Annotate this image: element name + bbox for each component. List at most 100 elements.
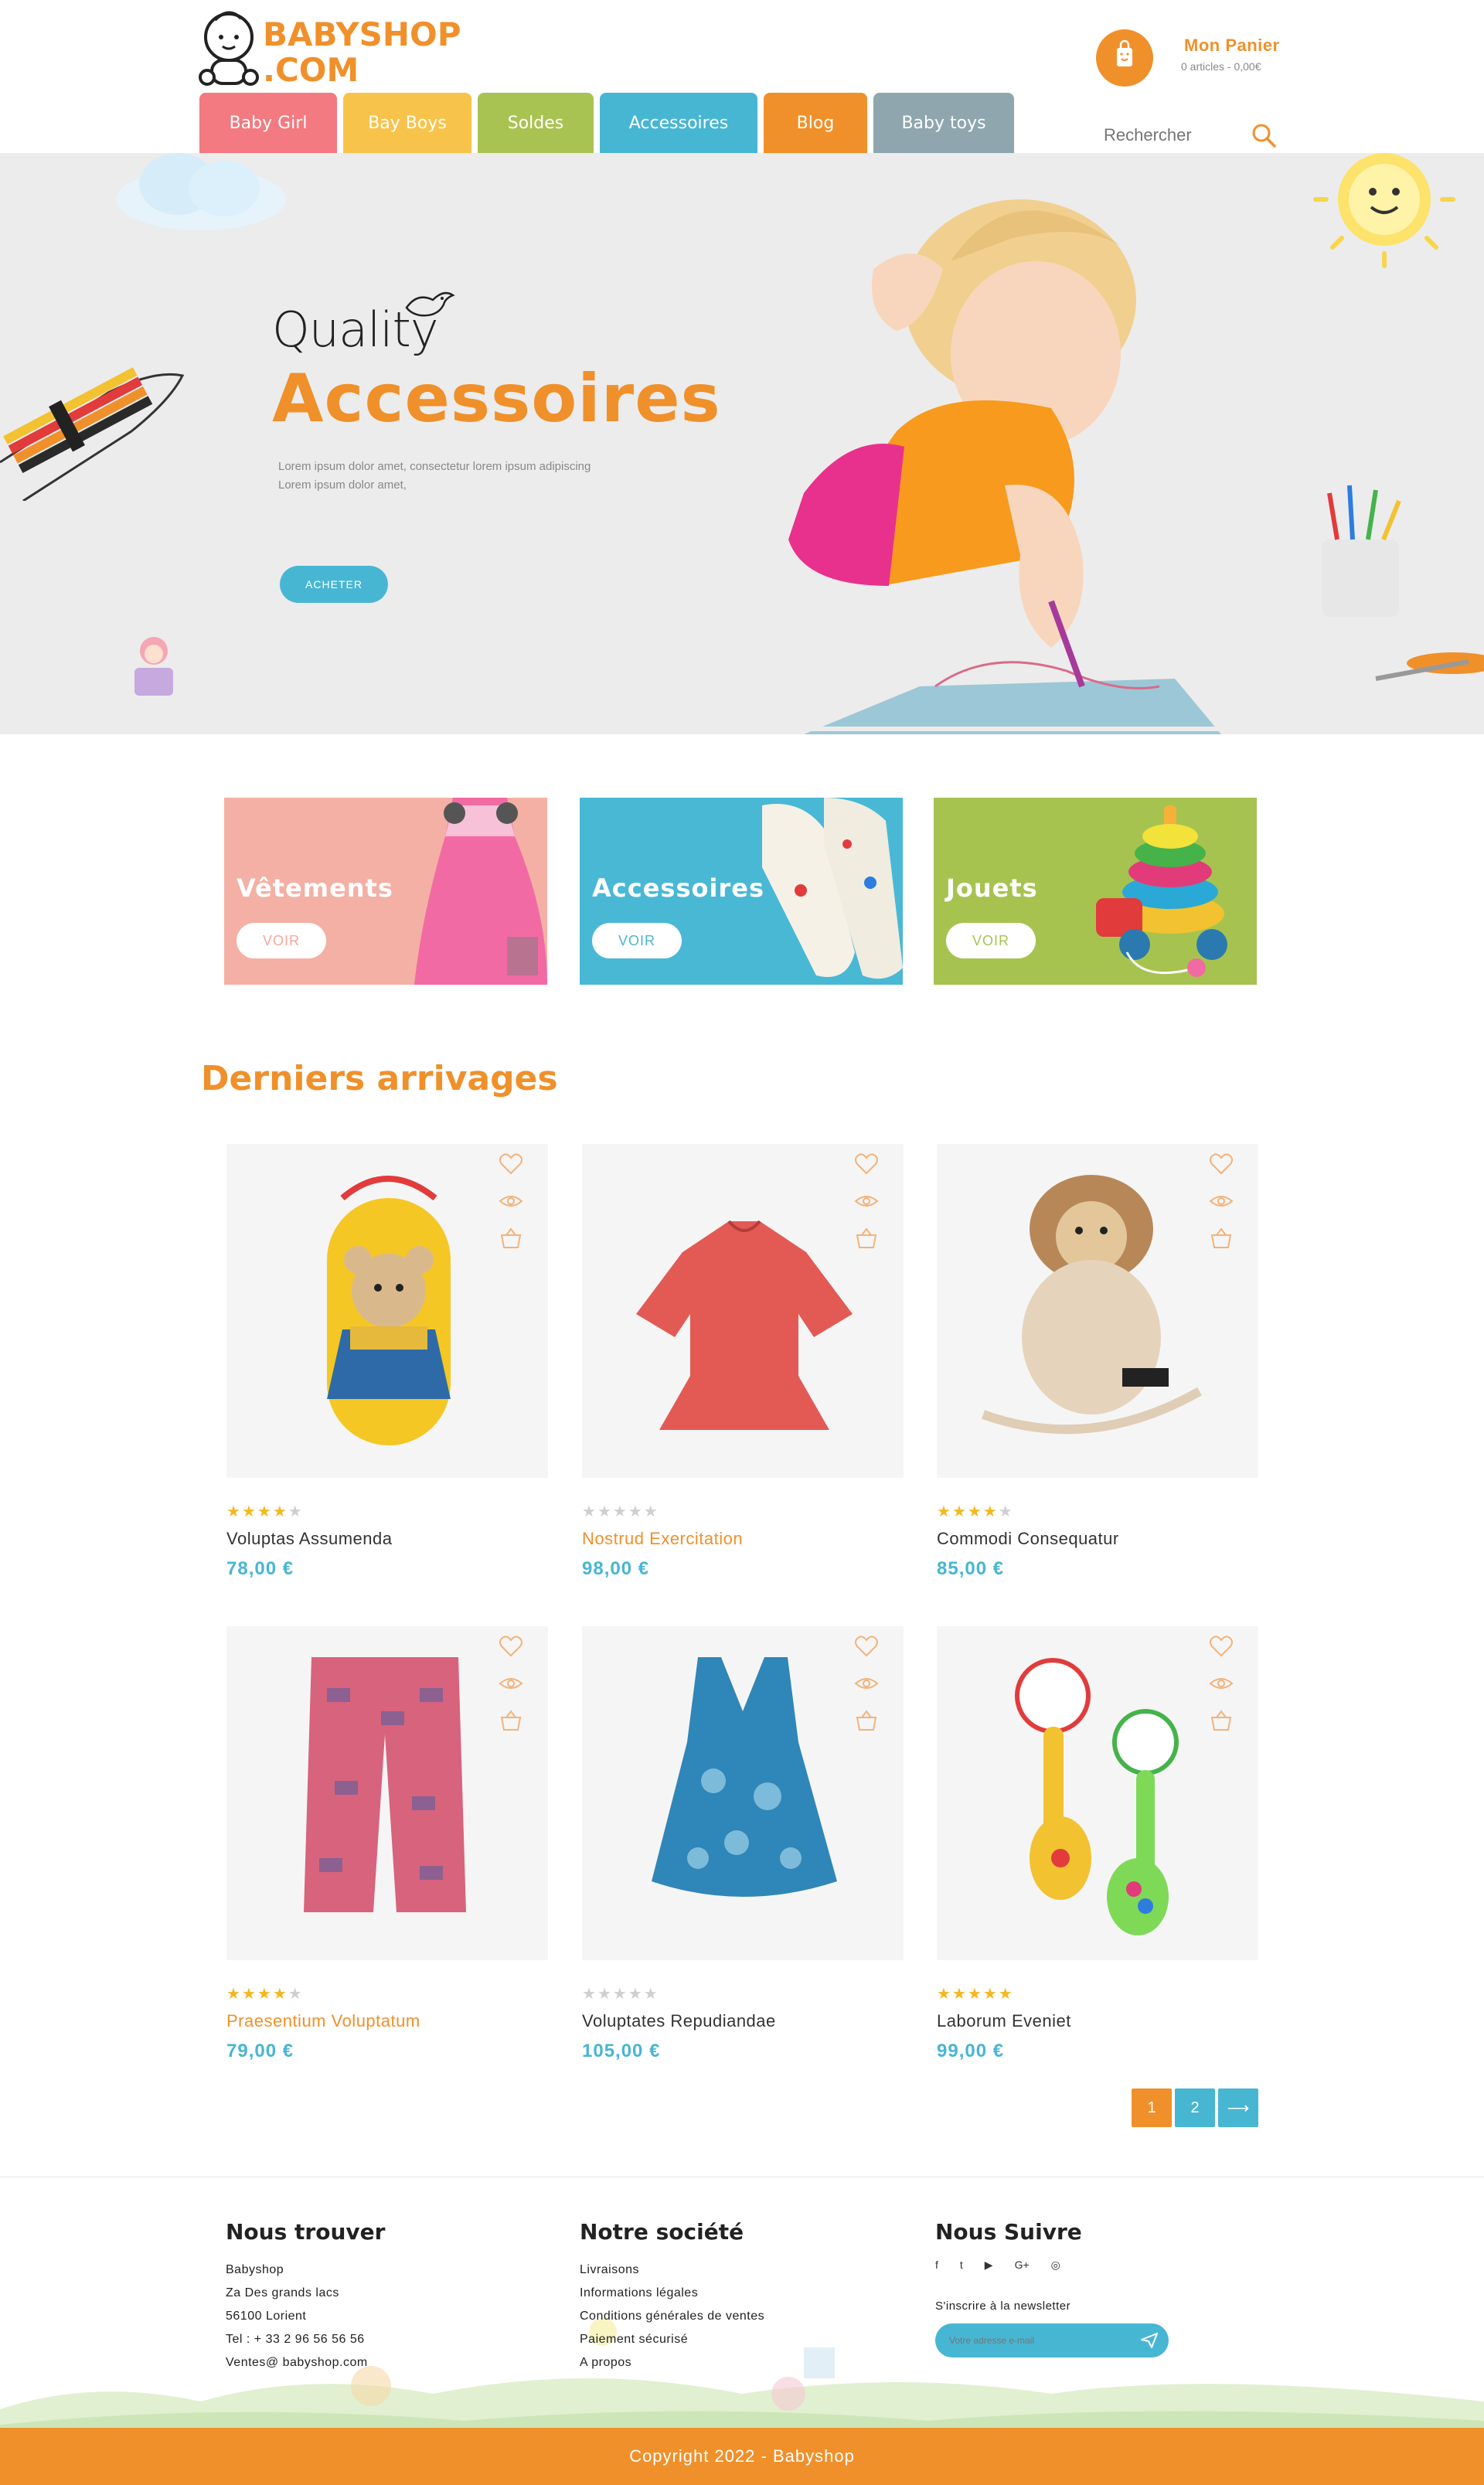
nav-item-bay-boys[interactable]: Bay Boys: [343, 93, 471, 153]
product-name[interactable]: Voluptates Repudiandae: [582, 2011, 776, 2031]
hero-title: Accessoires: [272, 360, 721, 437]
product-image[interactable]: [226, 1626, 548, 1960]
footer-heading: Notre société: [580, 2219, 744, 2245]
product-image[interactable]: [582, 1626, 904, 1960]
star-icon: ★: [241, 1503, 256, 1520]
product-card[interactable]: ★ ★ ★ ★ ★ Laborum Eveniet 99,00 €: [937, 1626, 1258, 2075]
page-1-button[interactable]: 1: [1132, 2088, 1172, 2127]
hero-buy-button[interactable]: ACHETER: [280, 566, 388, 603]
category-voir-button[interactable]: VOIR: [592, 923, 682, 958]
star-icon: ★: [982, 1986, 997, 2003]
product-card[interactable]: ★ ★ ★ ★ ★ Praesentium Voluptatum 79,00 €: [226, 1626, 548, 2075]
next-page-button[interactable]: ⟶: [1218, 2088, 1258, 2127]
product-price: 98,00 €: [582, 1558, 650, 1579]
quick-view-eye-icon[interactable]: [499, 1671, 523, 1696]
send-icon[interactable]: [1141, 2333, 1158, 2348]
category-title: Jouets: [946, 873, 1038, 903]
wishlist-heart-icon[interactable]: [499, 1152, 523, 1176]
star-icon: ★: [628, 1503, 642, 1520]
product-name[interactable]: Voluptas Assumenda: [226, 1529, 392, 1549]
search-icon[interactable]: [1251, 122, 1277, 148]
add-to-cart-basket-icon[interactable]: [1209, 1226, 1234, 1251]
rating-stars: ★ ★ ★ ★ ★: [582, 1504, 658, 1520]
nav-item-baby-toys[interactable]: Baby toys: [873, 93, 1014, 153]
footer-line: 56100 Lorient: [226, 2310, 307, 2323]
add-to-cart-basket-icon[interactable]: [499, 1708, 523, 1733]
category-voir-button[interactable]: VOIR: [237, 923, 326, 958]
google-plus-icon[interactable]: G+: [1015, 2259, 1030, 2272]
category-card-accessoires[interactable]: Accessoires VOIR: [580, 798, 903, 985]
nav-item-baby-girl[interactable]: Baby Girl: [199, 93, 337, 153]
site-logo[interactable]: BABYSHOP .COM: [198, 8, 461, 93]
wishlist-heart-icon[interactable]: [499, 1634, 523, 1659]
facebook-icon[interactable]: f: [935, 2259, 938, 2272]
twitter-icon[interactable]: t: [960, 2259, 963, 2272]
footer-link[interactable]: Livraisons: [580, 2259, 764, 2282]
quick-view-eye-icon[interactable]: [854, 1189, 879, 1214]
cart-title: Mon Panier: [1184, 36, 1280, 55]
newsletter-email-input[interactable]: [949, 2331, 1127, 2350]
cart-widget[interactable]: Mon Panier 0 articles - 0,00€: [1096, 29, 1297, 91]
baby-logo-icon: [199, 11, 259, 86]
youtube-icon[interactable]: ▶: [985, 2259, 993, 2272]
footer-link[interactable]: A propos: [580, 2351, 764, 2374]
product-image[interactable]: [937, 1626, 1258, 1960]
star-icon: ★: [597, 1986, 611, 2003]
quick-view-eye-icon[interactable]: [854, 1671, 879, 1696]
cart-icon[interactable]: [1096, 29, 1153, 87]
product-price: 105,00 €: [582, 2041, 661, 2061]
search-input[interactable]: [1098, 122, 1237, 148]
category-card-jouets[interactable]: Jouets VOIR: [934, 798, 1257, 985]
product-card[interactable]: ★ ★ ★ ★ ★ Nostrud Exercitation 98,00 €: [582, 1144, 904, 1592]
product-name[interactable]: Laborum Eveniet: [937, 2011, 1071, 2031]
product-name[interactable]: Nostrud Exercitation: [582, 1529, 743, 1549]
quick-view-eye-icon[interactable]: [499, 1189, 523, 1214]
wishlist-heart-icon[interactable]: [854, 1634, 879, 1659]
wishlist-heart-icon[interactable]: [1209, 1152, 1234, 1176]
footer-link[interactable]: Paiement sécurisé: [580, 2328, 764, 2351]
star-icon: ★: [226, 1986, 240, 2003]
footer-email-link[interactable]: Ventes@ babyshop.com: [226, 2351, 385, 2374]
wishlist-heart-icon[interactable]: [1209, 1634, 1234, 1659]
product-name[interactable]: Commodi Consequatur: [937, 1529, 1119, 1549]
product-price: 78,00 €: [226, 1558, 294, 1579]
star-icon: ★: [272, 1986, 287, 2003]
nav-item-accessoires[interactable]: Accessoires: [600, 93, 757, 153]
product-actions: [854, 1152, 880, 1251]
star-icon: ★: [241, 1986, 256, 2003]
add-to-cart-basket-icon[interactable]: [499, 1226, 523, 1251]
star-icon: ★: [597, 1503, 611, 1520]
product-image[interactable]: [226, 1144, 548, 1478]
star-icon: ★: [612, 1503, 627, 1520]
footer-heading: Nous Suivre: [935, 2219, 1082, 2245]
product-card[interactable]: ★ ★ ★ ★ ★ Commodi Consequatur 85,00 €: [937, 1144, 1258, 1592]
category-card-vetements[interactable]: Vêtements VOIR: [224, 798, 547, 985]
rocket-pencils-illustration: [0, 367, 185, 501]
product-image[interactable]: [937, 1144, 1258, 1478]
page-2-button[interactable]: 2: [1175, 2088, 1215, 2127]
quick-view-eye-icon[interactable]: [1209, 1671, 1234, 1696]
add-to-cart-basket-icon[interactable]: [1209, 1708, 1234, 1733]
product-image[interactable]: [582, 1144, 904, 1478]
footer-col-contact: Nous trouver Babyshop Za Des grands lacs…: [226, 2219, 385, 2374]
product-card[interactable]: ★ ★ ★ ★ ★ Voluptates Repudiandae 105,00 €: [582, 1626, 904, 2075]
quick-view-eye-icon[interactable]: [1209, 1189, 1234, 1214]
add-to-cart-basket-icon[interactable]: [854, 1708, 879, 1733]
category-voir-button[interactable]: VOIR: [946, 923, 1036, 958]
star-icon: ★: [288, 1503, 302, 1520]
add-to-cart-basket-icon[interactable]: [854, 1226, 879, 1251]
product-name[interactable]: Praesentium Voluptatum: [226, 2011, 420, 2031]
hero-text-line1: Lorem ipsum dolor amet, consectetur lore…: [278, 460, 591, 473]
nav-item-blog[interactable]: Blog: [764, 93, 867, 153]
product-card[interactable]: ★ ★ ★ ★ ★ Voluptas Assumenda 78,00 €: [226, 1144, 548, 1592]
pagination: 1 2 ⟶: [1132, 2088, 1258, 2127]
star-icon: ★: [937, 1986, 951, 2003]
bird-icon: [405, 291, 455, 317]
footer-link[interactable]: Conditions générales de ventes: [580, 2305, 764, 2328]
footer-link[interactable]: Informations légales: [580, 2282, 764, 2305]
wishlist-heart-icon[interactable]: [854, 1152, 879, 1176]
rating-stars: ★ ★ ★ ★ ★: [937, 1986, 1013, 2002]
nav-item-soldes[interactable]: Soldes: [478, 93, 594, 153]
instagram-icon[interactable]: ◎: [1051, 2259, 1060, 2272]
logo-text: BABYSHOP .COM: [263, 17, 461, 88]
